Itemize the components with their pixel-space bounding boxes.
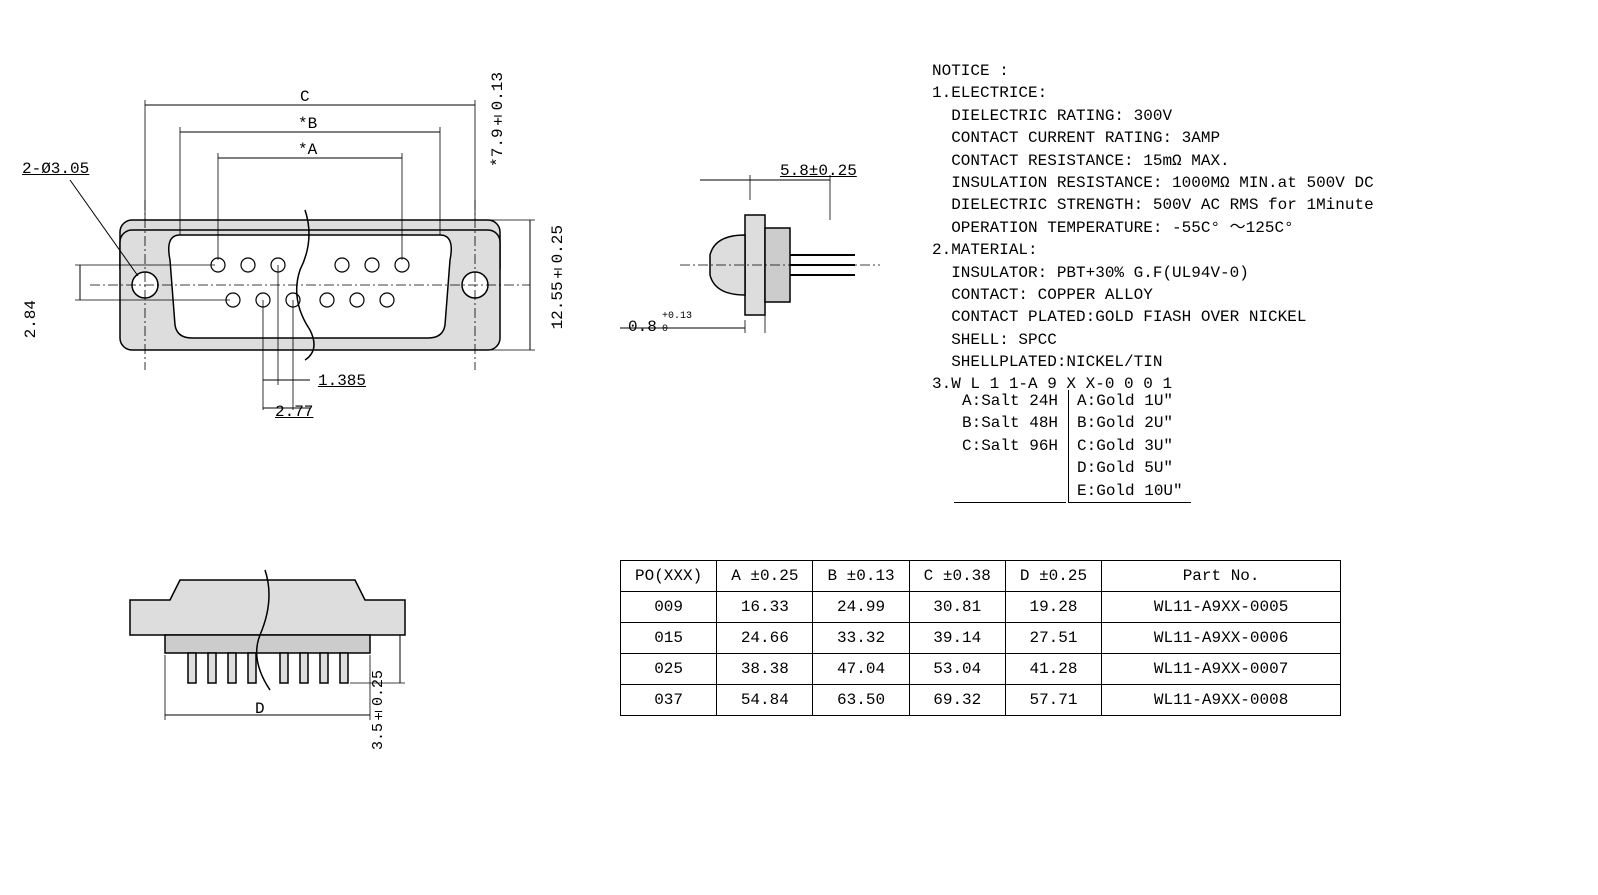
dim-h1: *7.9±0.13 bbox=[489, 72, 507, 167]
notice-l1: 1.ELECTRICE: bbox=[932, 82, 1374, 104]
th-part: Part No. bbox=[1102, 561, 1341, 592]
dim-a: *A bbox=[298, 141, 317, 159]
ordering-options: A:Salt 24H B:Salt 48H C:Salt 96H A:Gold … bbox=[952, 388, 1193, 505]
notice-l2b: CONTACT: COPPER ALLOY bbox=[932, 284, 1374, 306]
gold-opt-4: E:Gold 10U" bbox=[1077, 480, 1183, 502]
notice-l1c: CONTACT RESISTANCE: 15mΩ MAX. bbox=[932, 150, 1374, 172]
th-b: B ±0.13 bbox=[813, 561, 909, 592]
dim-pitch-half: 1.385 bbox=[318, 372, 366, 390]
dim-c: C bbox=[300, 88, 310, 106]
table-row: 015 24.66 33.32 39.14 27.51 WL11-A9XX-00… bbox=[621, 623, 1341, 654]
table-row: 009 16.33 24.99 30.81 19.28 WL11-A9XX-00… bbox=[621, 592, 1341, 623]
dim-h2: 12.55±0.25 bbox=[549, 225, 567, 329]
th-a: A ±0.25 bbox=[717, 561, 813, 592]
dimension-table: PO(XXX) A ±0.25 B ±0.13 C ±0.38 D ±0.25 … bbox=[620, 560, 1341, 716]
th-c: C ±0.38 bbox=[909, 561, 1005, 592]
notice-l2c: CONTACT PLATED:GOLD FIASH OVER NICKEL bbox=[932, 306, 1374, 328]
notice-title: NOTICE : bbox=[932, 60, 1374, 82]
table-row: 025 38.38 47.04 53.04 41.28 WL11-A9XX-00… bbox=[621, 654, 1341, 685]
notice-l1b: CONTACT CURRENT RATING: 3AMP bbox=[932, 127, 1374, 149]
notice-block: NOTICE : 1.ELECTRICE: DIELECTRIC RATING:… bbox=[932, 60, 1374, 396]
notice-l2a: INSULATOR: PBT+30% G.F(UL94V-0) bbox=[932, 262, 1374, 284]
side-view-drawing bbox=[620, 160, 920, 380]
bottom-view-drawing bbox=[110, 550, 450, 770]
salt-opt-0: A:Salt 24H bbox=[962, 390, 1058, 412]
salt-opt-1: B:Salt 48H bbox=[962, 412, 1058, 434]
table-header-row: PO(XXX) A ±0.25 B ±0.13 C ±0.38 D ±0.25 … bbox=[621, 561, 1341, 592]
notice-l1d: INSULATION RESISTANCE: 1000MΩ MIN.at 500… bbox=[932, 172, 1374, 194]
dim-row-off: 2.84 bbox=[22, 300, 40, 338]
dim-b: *B bbox=[298, 115, 317, 133]
side-dim-bot-tol2: 0 bbox=[662, 324, 668, 335]
side-dim-bot: 0.8 bbox=[628, 318, 657, 336]
gold-opt-0: A:Gold 1U" bbox=[1077, 390, 1183, 412]
th-d: D ±0.25 bbox=[1005, 561, 1101, 592]
notice-l1a: DIELECTRIC RATING: 300V bbox=[932, 105, 1374, 127]
notice-l2: 2.MATERIAL: bbox=[932, 239, 1374, 261]
dim-pitch: 2.77 bbox=[275, 403, 313, 421]
notice-l1e: DIELECTRIC STRENGTH: 500V AC RMS for 1Mi… bbox=[932, 194, 1374, 216]
dim-pin-len: 3.5±0.25 bbox=[370, 670, 387, 750]
notice-l2d: SHELL: SPCC bbox=[932, 329, 1374, 351]
gold-opt-1: B:Gold 2U" bbox=[1077, 412, 1183, 434]
side-dim-top: 5.8±0.25 bbox=[780, 162, 857, 180]
dim-d: D bbox=[255, 700, 265, 718]
gold-opt-3: D:Gold 5U" bbox=[1077, 457, 1183, 479]
dim-hole: 2-Ø3.05 bbox=[22, 160, 89, 178]
table-row: 037 54.84 63.50 69.32 57.71 WL11-A9XX-00… bbox=[621, 685, 1341, 716]
notice-l2e: SHELLPLATED:NICKEL/TIN bbox=[932, 351, 1374, 373]
side-dim-bot-tol: +0.13 bbox=[662, 311, 692, 322]
th-po: PO(XXX) bbox=[621, 561, 717, 592]
notice-l1f: OPERATION TEMPERATURE: -55C° ～125C° bbox=[932, 217, 1374, 239]
salt-opt-2: C:Salt 96H bbox=[962, 435, 1058, 457]
gold-opt-2: C:Gold 3U" bbox=[1077, 435, 1183, 457]
